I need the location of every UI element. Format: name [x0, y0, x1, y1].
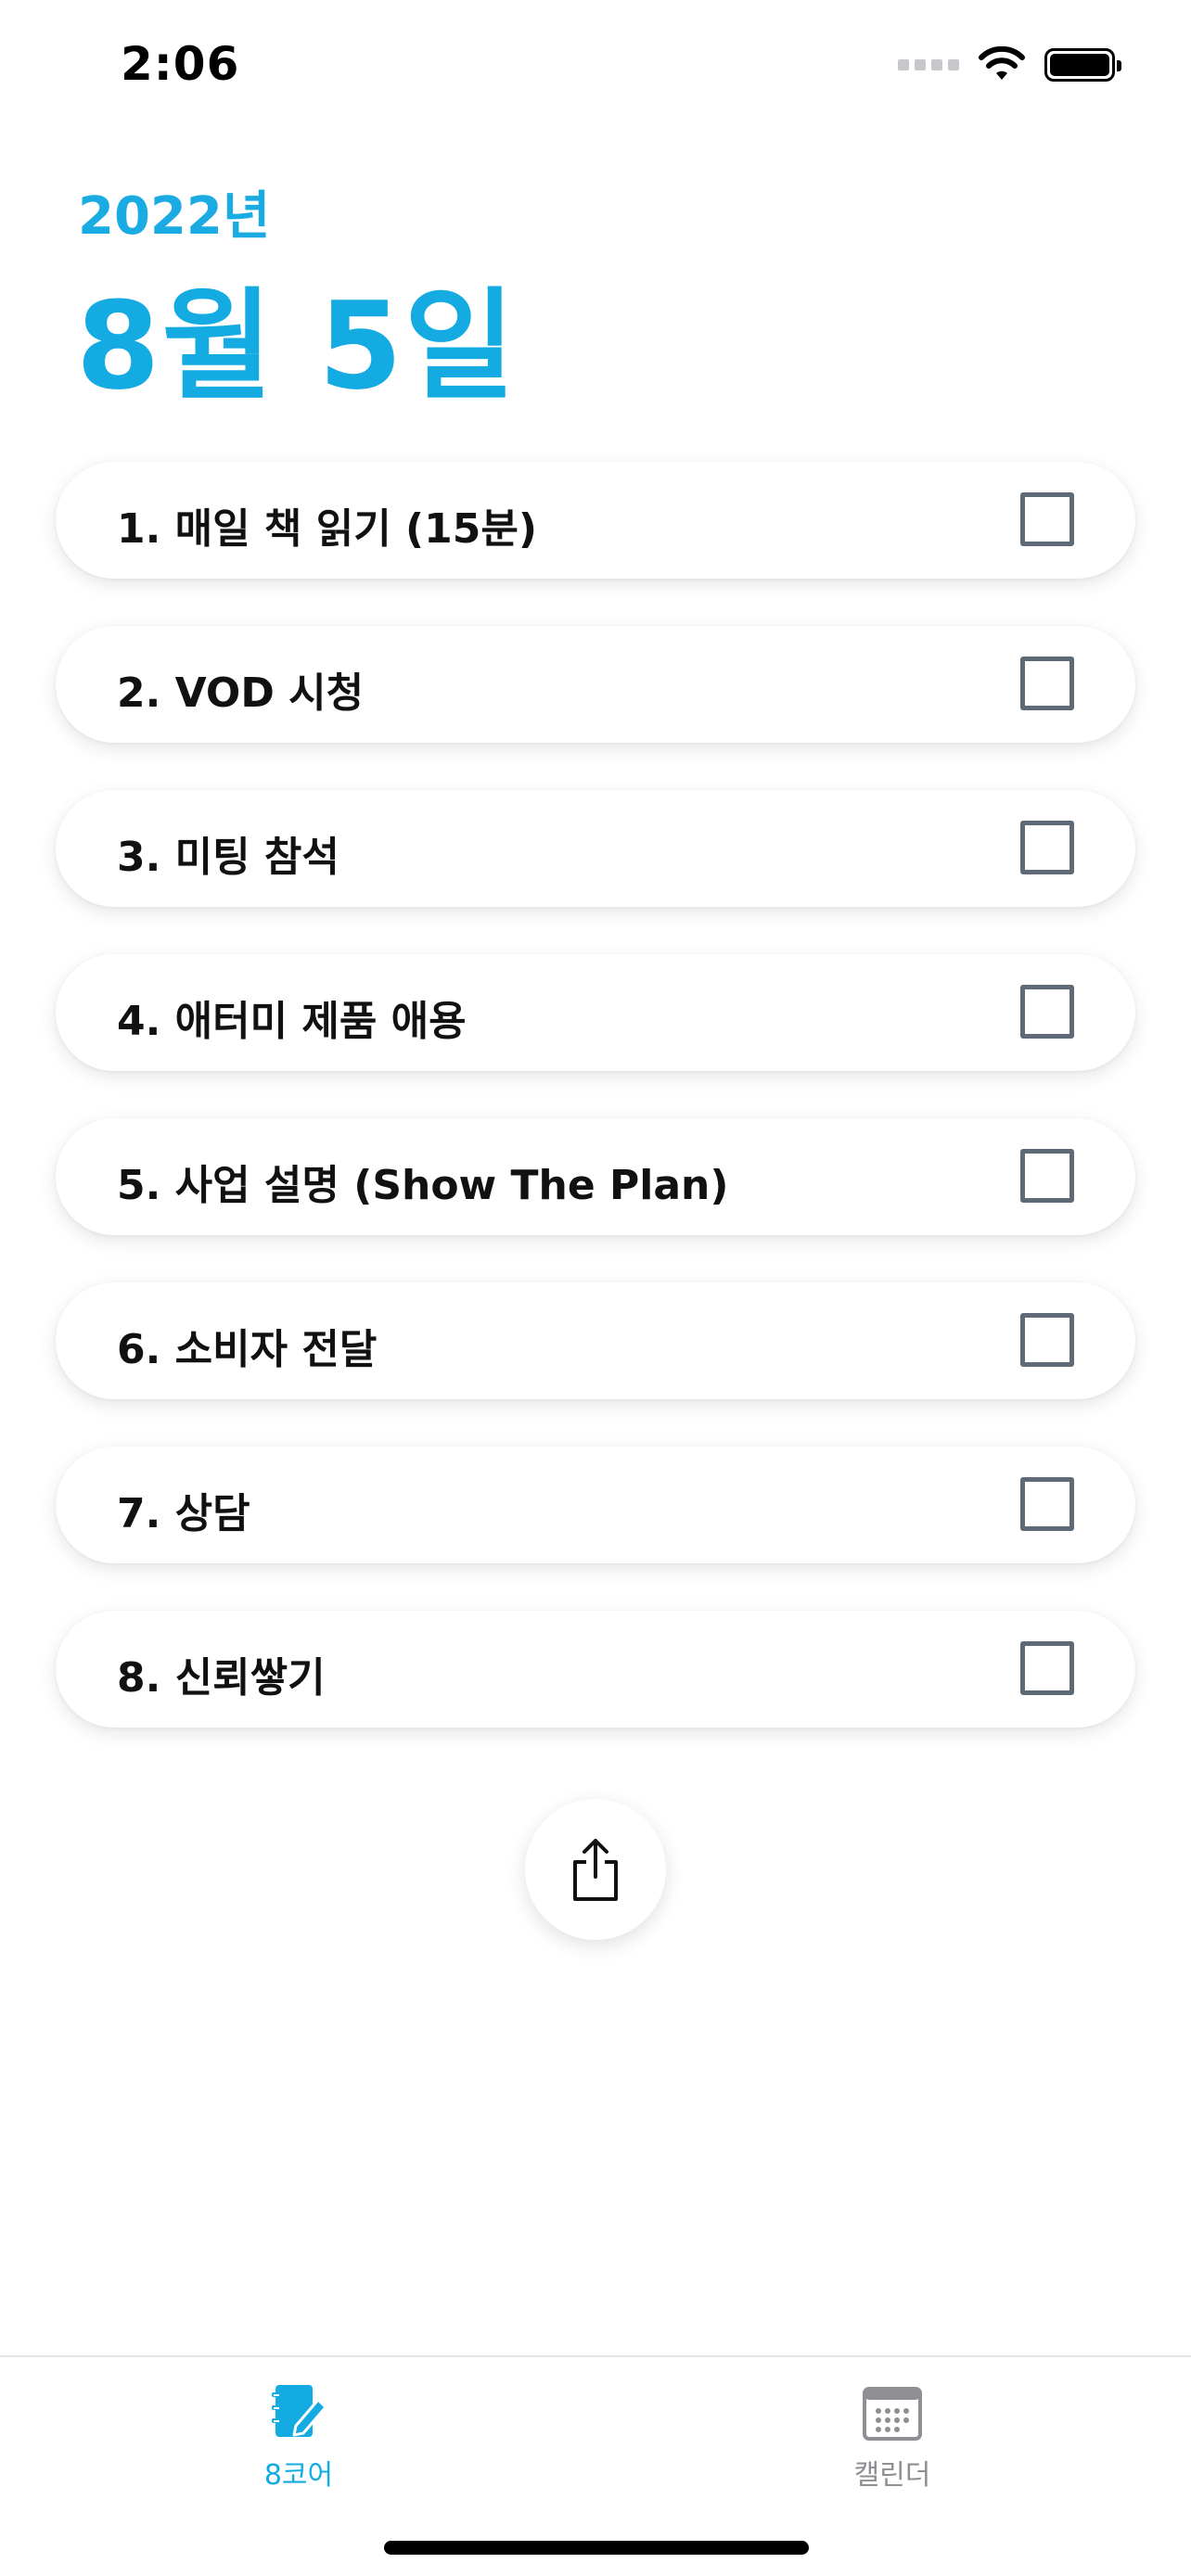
status-icons — [898, 46, 1121, 83]
task-list: 1. 매일 책 읽기 (15분) 2. VOD 시청 3. 미팅 참석 4. 애… — [56, 462, 1135, 1775]
home-indicator[interactable] — [384, 2541, 809, 2555]
task-checkbox[interactable] — [1020, 985, 1074, 1039]
task-label: 2. VOD 시청 — [117, 670, 365, 717]
task-label: 7. 상담 — [117, 1490, 250, 1537]
share-button[interactable] — [525, 1799, 666, 1940]
task-item[interactable]: 4. 애터미 제품 애용 — [56, 954, 1135, 1071]
app-screen: 2:06 2022년 8월 5일 1. 매일 책 읽기 (15분) 2. VOD… — [0, 0, 1191, 2576]
task-checkbox[interactable] — [1020, 1313, 1074, 1367]
task-checkbox[interactable] — [1020, 657, 1074, 710]
task-checkbox[interactable] — [1020, 492, 1074, 546]
task-checkbox[interactable] — [1020, 821, 1074, 874]
task-label: 3. 미팅 참석 — [117, 834, 339, 881]
task-label: 1. 매일 책 읽기 (15분) — [117, 505, 537, 553]
task-item[interactable]: 1. 매일 책 읽기 (15분) — [56, 462, 1135, 579]
year-label: 2022년 — [78, 186, 271, 247]
task-label: 6. 소비자 전달 — [117, 1326, 378, 1373]
tab-8core[interactable]: 8코어 — [206, 2381, 391, 2493]
task-label: 4. 애터미 제품 애용 — [117, 998, 467, 1045]
task-label: 5. 사업 설명 (Show The Plan) — [117, 1162, 729, 1209]
task-item[interactable]: 8. 신뢰쌓기 — [56, 1611, 1135, 1728]
task-item[interactable]: 2. VOD 시청 — [56, 626, 1135, 743]
tab-calendar[interactable]: 캘린더 — [800, 2381, 985, 2493]
tab-label: 캘린더 — [853, 2459, 931, 2492]
notebook-pen-icon — [272, 2385, 327, 2437]
calendar-icon — [863, 2387, 922, 2441]
task-item[interactable]: 5. 사업 설명 (Show The Plan) — [56, 1118, 1135, 1235]
tab-label: 8코어 — [263, 2459, 334, 2492]
task-item[interactable]: 7. 상담 — [56, 1447, 1135, 1563]
cellular-signal-icon — [898, 59, 959, 70]
task-checkbox[interactable] — [1020, 1641, 1074, 1695]
share-icon — [573, 1839, 618, 1901]
task-item[interactable]: 6. 소비자 전달 — [56, 1282, 1135, 1399]
task-label: 8. 신뢰쌓기 — [117, 1654, 326, 1702]
task-checkbox[interactable] — [1020, 1149, 1074, 1203]
task-item[interactable]: 3. 미팅 참석 — [56, 790, 1135, 907]
wifi-icon — [979, 46, 1025, 80]
date-title: 8월 5일 — [76, 275, 518, 416]
status-bar: 2:06 — [0, 0, 1191, 139]
battery-icon — [1044, 48, 1121, 82]
status-time: 2:06 — [121, 37, 240, 91]
task-checkbox[interactable] — [1020, 1477, 1074, 1531]
